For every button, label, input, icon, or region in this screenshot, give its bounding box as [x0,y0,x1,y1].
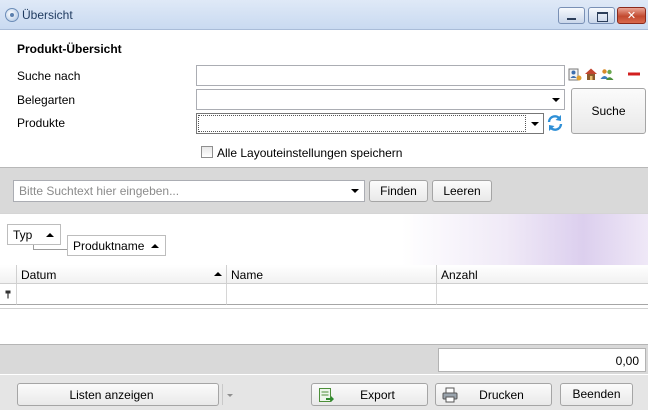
exit-button[interactable]: Beenden [560,383,633,406]
group-tag-label: Typ [13,228,33,242]
close-button[interactable]: ✕ [617,7,646,24]
users-icon[interactable] [600,67,614,81]
focus-rect [198,115,526,132]
find-panel: Finden Leeren [0,167,648,213]
refresh-icon[interactable] [546,114,564,132]
data-grid: Datum Name Anzahl [0,265,648,345]
group-connector [33,249,69,250]
minimize-button[interactable] [558,7,585,24]
house-icon[interactable] [584,67,598,81]
title-bar: Übersicht ✕ [0,0,648,30]
clear-button[interactable]: Leeren [432,180,492,202]
search-button[interactable]: Suche [571,88,646,134]
group-tag-typ[interactable]: Typ [7,224,61,245]
row-indicator-header [0,265,17,284]
window-title: Übersicht [22,8,73,22]
chevron-down-icon [552,98,560,102]
show-lists-label: Listen anzeigen [69,388,154,402]
close-icon: ✕ [626,9,637,22]
search-label: Suche nach [17,69,81,83]
find-button[interactable]: Finden [369,180,428,202]
column-header-name[interactable]: Name [227,265,437,284]
produkte-label: Produkte [17,116,66,130]
pin-icon [5,290,11,299]
produkte-select[interactable] [196,113,544,134]
show-lists-button[interactable]: Listen anzeigen [17,383,233,406]
group-tag-produktname[interactable]: Produktname [67,235,166,256]
print-label: Drucken [479,388,524,402]
bottom-toolbar: Listen anzeigen Export Drucken Beenden [0,375,648,410]
remove-icon[interactable] [627,67,641,81]
person-card-icon[interactable] [568,67,582,81]
print-button[interactable]: Drucken [435,383,552,406]
chevron-down-icon[interactable] [351,189,359,193]
grid-separator [0,308,648,309]
total-sum: 0,00 [438,348,646,372]
sort-ascending-icon [46,233,54,237]
sort-ascending-icon [214,272,222,276]
save-layout-label: Alle Layouteinstellungen speichern [217,146,403,160]
filter-cell-datum[interactable] [17,284,227,305]
column-header-anzahl[interactable]: Anzahl [437,265,648,284]
sort-ascending-icon [151,244,159,248]
filter-cell-anzahl[interactable] [437,284,648,305]
export-label: Export [360,388,395,402]
column-header-label: Name [231,268,264,282]
column-header-label: Datum [21,268,57,282]
maximize-button[interactable] [588,7,615,24]
summary-footer: 0,00 [0,344,648,374]
group-tag-label: Produktname [73,239,145,253]
filter-cell-name[interactable] [227,284,437,305]
belegarten-label: Belegarten [17,93,76,107]
search-input[interactable] [196,65,565,86]
column-header-label: Anzahl [441,268,478,282]
filter-row-indicator [0,284,17,305]
column-header-datum[interactable]: Datum [17,265,227,284]
export-button[interactable]: Export [311,383,428,406]
chevron-down-icon[interactable] [222,384,236,405]
find-input[interactable] [13,180,365,202]
belegarten-select[interactable] [196,89,565,110]
app-icon [5,8,19,22]
chevron-down-icon [531,122,539,126]
save-layout-checkbox[interactable] [201,146,213,158]
section-title: Produkt-Übersicht [17,42,122,56]
find-text-input[interactable] [17,182,347,200]
